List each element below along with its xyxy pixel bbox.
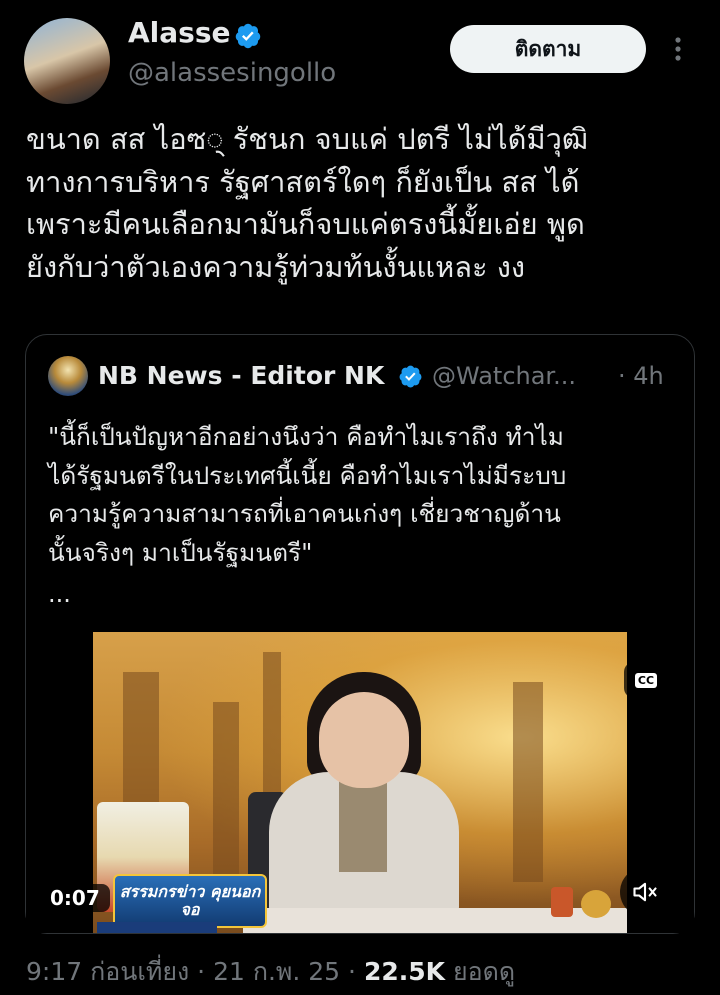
more-options-icon[interactable]	[666, 34, 690, 64]
author-avatar[interactable]	[24, 18, 110, 104]
video-frame: สรรมกรข่าว คุยนอกจอ	[93, 632, 627, 933]
author-handle[interactable]: @alassesingollo	[128, 58, 336, 88]
quote-author-avatar[interactable]	[48, 356, 88, 396]
show-logo-banner: สรรมกรข่าว คุยนอกจอ	[113, 874, 267, 928]
tweet-meta: 9:17 ก่อนเที่ยง · 21 ก.พ. 25 · 22.5K ยอด…	[26, 957, 516, 986]
verified-badge-icon	[235, 23, 261, 49]
quote-verified-badge-icon	[399, 365, 422, 388]
video-player[interactable]: สรรมกรข่าว คุยนอกจอ	[26, 632, 694, 933]
view-count-label: ยอดดู	[445, 957, 516, 986]
news-anchor-face	[319, 692, 409, 788]
tweet-date[interactable]: 21 ก.พ. 25	[213, 957, 340, 986]
quote-timestamp[interactable]: · 4h	[618, 362, 664, 390]
quote-truncation-ellipsis: ...	[48, 580, 71, 608]
tweet-time[interactable]: 9:17 ก่อนเที่ยง	[26, 957, 189, 986]
closed-captions-button[interactable]: CC	[624, 662, 668, 698]
author-display-name[interactable]: Alasse	[128, 16, 230, 49]
quote-author-display-name[interactable]: NB News - Editor NK	[98, 361, 384, 390]
brand-logo-badge	[581, 890, 611, 918]
view-count: 22.5K	[363, 957, 445, 986]
quote-author-handle[interactable]: @Watchar...	[432, 362, 576, 390]
cc-icon: CC	[634, 672, 658, 688]
follow-button[interactable]: ติดตาม	[450, 25, 646, 73]
video-timer: 0:07	[40, 884, 110, 912]
quote-text: "นี้ก็เป็นปัญหาอีกอย่างนึงว่า คือทำไมเรา…	[48, 422, 567, 567]
snack-package	[551, 887, 573, 917]
tweet-text: ขนาด สส ไอซ् รัชนก จบแค่ ปตรี ไม่ได้มีวุ…	[26, 122, 589, 284]
mute-button[interactable]	[620, 867, 670, 917]
speaker-muted-icon	[633, 882, 657, 902]
